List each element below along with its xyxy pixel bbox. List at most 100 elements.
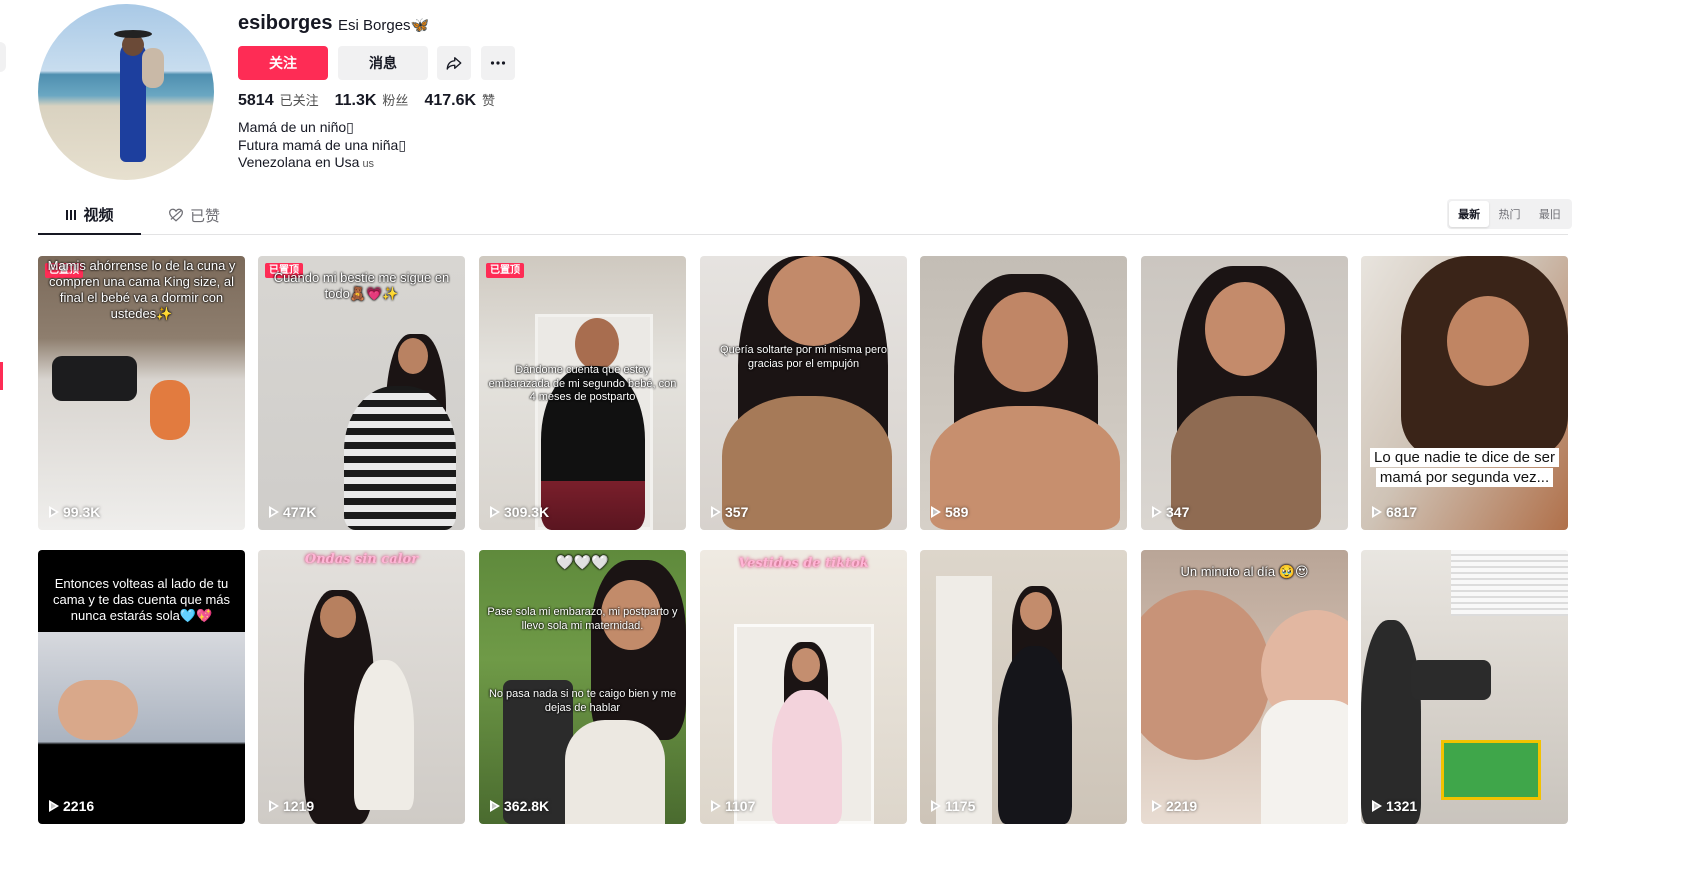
avatar-baby	[142, 48, 164, 88]
view-count-value: 347	[1166, 504, 1190, 520]
followers-count: 11.3K	[334, 92, 377, 109]
bio-line-3: Venezolana en Usa us	[238, 154, 406, 174]
view-count: 99.3K	[49, 504, 100, 520]
view-count: 347	[1152, 504, 1190, 520]
view-count-value: 1107	[725, 798, 756, 814]
likes-count: 417.6K	[424, 92, 477, 109]
video-card[interactable]: 1175	[920, 550, 1127, 824]
play-icon	[49, 800, 59, 812]
tab-liked[interactable]: 已赞	[168, 196, 248, 234]
view-count: 1219	[269, 798, 315, 814]
view-count: 2219	[1152, 798, 1197, 814]
video-card[interactable]: 589	[920, 256, 1127, 530]
toy-box-shape	[1441, 740, 1541, 800]
likes-label: 赞	[482, 93, 496, 108]
bio-line-1: Mamá de un niño▯	[238, 119, 354, 135]
left-edge-tab	[0, 42, 6, 72]
play-icon	[1372, 506, 1382, 518]
bio-line-3-text: Venezolana en Usa	[238, 154, 360, 170]
face-shape	[320, 596, 356, 638]
bio-line-2: Futura mamá de una niña▯	[238, 136, 407, 153]
followers-label: 粉丝	[382, 93, 409, 108]
pinned-badge: 已置顶	[486, 263, 524, 278]
play-icon	[269, 800, 279, 812]
face-shape	[1205, 282, 1285, 376]
view-count: 362.8K	[490, 798, 550, 814]
face-shape	[768, 256, 860, 346]
play-icon	[49, 506, 59, 518]
window-blinds-shape	[1451, 550, 1568, 616]
follow-button[interactable]: 关注	[238, 46, 328, 80]
view-count: 357	[711, 504, 748, 520]
profile-stats: 5814 已关注 11.3K 粉丝 417.6K 赞	[238, 90, 495, 110]
following-stat[interactable]: 5814 已关注	[238, 90, 319, 110]
video-caption: Lo que nadie te dice de ser mamá por seg…	[1369, 448, 1560, 488]
bio-flag: us	[362, 158, 375, 170]
video-card[interactable]: Un minuto al día 🥹😍 2219	[1141, 550, 1348, 824]
view-count-value: 1219	[283, 798, 315, 814]
video-card[interactable]: Entonces volteas al lado de tu cama y te…	[38, 550, 245, 824]
video-card[interactable]: Lo que nadie te dice de ser mamá por seg…	[1361, 256, 1568, 530]
bio: Mamá de un niño▯ Futura mamá de una niña…	[238, 119, 406, 174]
video-card[interactable]: Ondas sin calor 1219	[258, 550, 465, 824]
play-icon	[490, 506, 500, 518]
view-count-value: 362.8K	[504, 798, 550, 814]
sort-latest[interactable]: 最新	[1449, 201, 1490, 227]
video-card[interactable]: 347	[1141, 256, 1348, 530]
view-count-value: 309.3K	[504, 504, 550, 520]
play-icon	[711, 506, 721, 518]
message-button[interactable]: 消息	[338, 46, 428, 80]
view-count: 1107	[711, 798, 756, 814]
video-card[interactable]: 1321	[1361, 550, 1568, 824]
video-card[interactable]: 🤍🤍🤍 Pase sola mi embarazo, mi postparto …	[479, 550, 686, 824]
video-caption: Cuando mi bestie me sigue en todo🧸💗✨	[273, 270, 450, 301]
video-card[interactable]: 已置顶 Dándome cuenta que estoy embarazada …	[479, 256, 686, 530]
view-count-value: 1321	[1386, 798, 1418, 814]
dress-shape	[772, 690, 842, 824]
tab-videos[interactable]: 视频	[38, 196, 141, 235]
avatar-hat	[114, 30, 152, 38]
share-button[interactable]	[437, 46, 471, 80]
face-shape	[982, 292, 1068, 392]
video-card[interactable]: Vestidos de tiktok 1107	[700, 550, 907, 824]
face-shape	[1447, 296, 1529, 386]
view-count: 2216	[49, 798, 95, 814]
video-caption-text: Lo que nadie te dice de ser mamá por seg…	[1370, 448, 1559, 487]
play-icon	[1152, 506, 1162, 518]
video-caption: Ondas sin calor	[304, 552, 419, 567]
avatar[interactable]	[38, 4, 214, 180]
following-label: 已关注	[279, 93, 319, 108]
face-shape	[792, 648, 820, 682]
video-card[interactable]: 已置顶 Cuando mi bestie me sigue en todo🧸💗✨…	[258, 256, 465, 530]
view-count: 1175	[931, 798, 975, 814]
video-caption: Vestidos de tiktok	[738, 556, 869, 571]
play-icon	[490, 800, 500, 812]
tab-liked-label: 已赞	[190, 207, 221, 225]
left-accent-marker	[0, 362, 3, 390]
heart-outline-icon	[168, 208, 184, 222]
carrier-shape	[565, 720, 665, 824]
more-button[interactable]	[481, 46, 515, 80]
sort-oldest[interactable]: 最旧	[1530, 201, 1570, 227]
tab-videos-label: 视频	[83, 207, 114, 224]
play-icon	[1152, 800, 1162, 812]
view-count: 589	[931, 504, 968, 520]
body-shape	[1171, 396, 1321, 530]
baby-shape	[150, 380, 190, 440]
video-card[interactable]: 已置顶 Mamis ahórrense lo de la cuna y comp…	[38, 256, 245, 530]
video-card[interactable]: Quería soltarte por mi misma pero gracia…	[700, 256, 907, 530]
video-caption: Entonces volteas al lado de tu cama y te…	[52, 576, 231, 623]
play-icon	[931, 800, 941, 812]
face-shape	[575, 318, 619, 370]
sort-popular[interactable]: 热门	[1489, 201, 1529, 227]
adult-shape	[1361, 620, 1421, 824]
followers-stat[interactable]: 11.3K 粉丝	[335, 90, 409, 110]
face-shape	[1020, 592, 1052, 630]
ellipsis-icon	[490, 61, 506, 65]
play-icon	[711, 800, 721, 812]
view-count: 309.3K	[490, 504, 550, 520]
play-icon	[1372, 800, 1382, 812]
view-count: 6817	[1372, 504, 1417, 520]
view-count-value: 2216	[63, 798, 95, 814]
bag-shape	[354, 660, 414, 810]
